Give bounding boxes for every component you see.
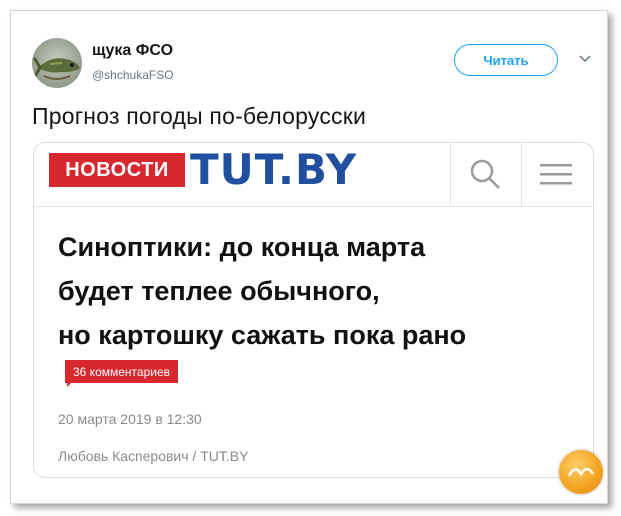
article-author: Любовь Касперович / TUT.BY xyxy=(58,448,249,464)
watermark-icon xyxy=(567,467,595,477)
search-icon[interactable] xyxy=(468,157,502,191)
follow-button[interactable]: Читать xyxy=(454,44,558,76)
watermark-logo xyxy=(559,450,603,494)
display-name[interactable]: щука ФСО xyxy=(92,42,173,60)
news-badge: НОВОСТИ xyxy=(49,153,185,187)
tweet-header: щука ФСО @shchukaFSO Читать xyxy=(22,30,592,90)
comments-badge-tail xyxy=(67,381,73,387)
card-topbar: НОВОСТИ TUT.BY xyxy=(34,143,593,207)
comments-badge[interactable]: 36 комментариев xyxy=(65,360,179,383)
avatar[interactable] xyxy=(32,38,82,88)
link-card[interactable]: НОВОСТИ TUT.BY Синоптики: до конца марта… xyxy=(33,142,594,478)
divider xyxy=(450,143,451,207)
tweet-text: Прогноз погоды по-белорусски xyxy=(32,103,367,129)
article-headline[interactable]: Синоптики: до конца марта будет теплее о… xyxy=(58,225,578,357)
headline-line: но картошку сажать пока рано xyxy=(58,320,467,350)
hamburger-menu-icon[interactable] xyxy=(540,159,572,189)
article-date: 20 марта 2019 в 12:30 xyxy=(58,411,202,427)
chevron-down-icon[interactable] xyxy=(578,52,592,66)
tutby-logo: TUT.BY xyxy=(190,145,358,194)
headline-line: Синоптики: до конца марта xyxy=(58,232,426,262)
pike-avatar-icon xyxy=(32,56,80,80)
divider xyxy=(521,143,522,207)
user-handle[interactable]: @shchukaFSO xyxy=(92,68,174,82)
headline-line: будет теплее обычного, xyxy=(58,276,380,306)
